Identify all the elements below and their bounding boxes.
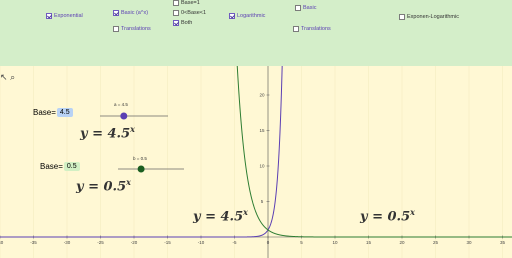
y-tick-label: 5 <box>261 199 264 204</box>
formula-b-left: y = 0.5x <box>76 177 131 195</box>
slider-b[interactable] <box>116 163 186 175</box>
exponential-label: Exponential <box>54 13 83 19</box>
logarithmic-checkbox[interactable]: Logarithmic <box>229 13 265 19</box>
formula-a-graph: y = 4.5x <box>193 207 248 225</box>
expon-log-check[interactable] <box>399 14 405 20</box>
translations-right-label: Translations <box>301 26 331 32</box>
basic-log-check[interactable] <box>295 5 301 11</box>
base-b-control: Base= 0.5 <box>40 162 80 171</box>
base-a-input[interactable]: 4.5 <box>56 108 73 117</box>
arrow-icon[interactable]: ↖ <box>0 72 8 82</box>
slider-a[interactable] <box>98 110 170 122</box>
x-tick-label: 35 <box>500 240 506 245</box>
x-tick-label: 25 <box>433 240 439 245</box>
slider-a-knob[interactable] <box>120 112 128 120</box>
x-tick-label: 0 <box>267 240 270 245</box>
translations-left-checkbox[interactable]: Translations <box>113 26 151 32</box>
base-equals-1-check[interactable] <box>173 0 179 6</box>
x-tick-label: -40 <box>0 240 4 245</box>
x-tick-label: -25 <box>97 240 104 245</box>
basic-log-checkbox[interactable]: Basic <box>295 5 316 11</box>
x-tick-label: 20 <box>399 240 405 245</box>
y-tick-label: 20 <box>259 93 265 98</box>
x-tick-label: 15 <box>366 240 372 245</box>
tool-icons: ↖ ⌕ <box>0 72 15 83</box>
logarithmic-check[interactable] <box>229 13 235 19</box>
translations-right-check[interactable] <box>293 26 299 32</box>
options-bar: Exponential Basic (a^x) Translations Bas… <box>0 0 512 66</box>
base-a-control: Base= 4.5 <box>33 108 73 117</box>
x-tick-label: -20 <box>131 240 138 245</box>
x-tick-label: -10 <box>198 240 205 245</box>
exponential-checkbox[interactable]: Exponential <box>46 13 83 19</box>
formula-a-left: y = 4.5x <box>80 124 135 142</box>
basic-log-label: Basic <box>303 5 317 11</box>
translations-left-check[interactable] <box>113 26 119 32</box>
zoom-icon[interactable]: ⌕ <box>10 72 15 82</box>
base-between-checkbox[interactable]: 0<Base<1 <box>173 10 206 16</box>
formula-b-graph: y = 0.5x <box>360 207 415 225</box>
basic-label: Basic (a^x) <box>121 10 149 16</box>
base-between-label: 0<Base<1 <box>181 10 207 16</box>
both-check[interactable] <box>173 20 179 26</box>
base-b-label: Base= <box>40 162 63 171</box>
translations-right-checkbox[interactable]: Translations <box>293 26 331 32</box>
x-tick-label: 10 <box>332 240 338 245</box>
x-tick-label: -15 <box>164 240 171 245</box>
y-tick-label: 10 <box>259 164 265 169</box>
slider-b-knob[interactable] <box>137 165 145 173</box>
slider-b-label: b = 0.5 <box>133 156 147 161</box>
basic-check[interactable] <box>113 10 119 16</box>
y-tick-label: 15 <box>259 128 265 133</box>
x-tick-label: 30 <box>466 240 472 245</box>
both-label: Both <box>181 20 193 26</box>
x-tick-label: 5 <box>300 240 303 245</box>
expon-log-checkbox[interactable]: Exponen-Logarithmic <box>399 14 459 20</box>
base-b-input[interactable]: 0.5 <box>63 162 80 171</box>
logarithmic-label: Logarithmic <box>237 13 266 19</box>
base-equals-1-checkbox[interactable]: Base=1 <box>173 0 200 6</box>
base-equals-1-label: Base=1 <box>181 0 200 6</box>
basic-checkbox[interactable]: Basic (a^x) <box>113 10 148 16</box>
translations-left-label: Translations <box>121 26 151 32</box>
exponential-check[interactable] <box>46 13 52 19</box>
expon-log-label: Exponen-Logarithmic <box>407 14 459 20</box>
base-between-check[interactable] <box>173 10 179 16</box>
x-tick-label: -30 <box>64 240 71 245</box>
base-a-label: Base= <box>33 108 56 117</box>
x-tick-label: -35 <box>30 240 37 245</box>
x-tick-label: -5 <box>232 240 236 245</box>
both-checkbox[interactable]: Both <box>173 20 192 26</box>
slider-a-label: a = 4.5 <box>114 102 128 107</box>
